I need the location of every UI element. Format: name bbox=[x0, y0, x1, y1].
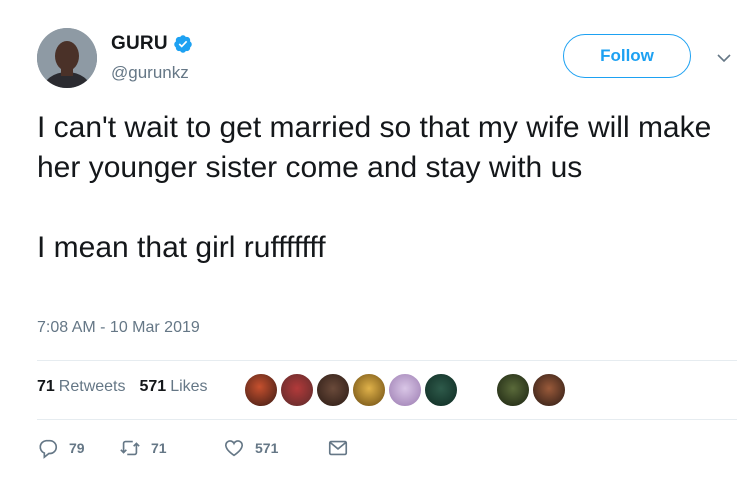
retweet-icon bbox=[120, 440, 140, 456]
retweet-count: 71 bbox=[151, 440, 167, 456]
author-name-row[interactable]: GURU bbox=[111, 33, 193, 55]
likes-label: Likes bbox=[170, 378, 208, 395]
like-count: 571 bbox=[255, 440, 279, 456]
liker-avatar[interactable] bbox=[244, 373, 278, 407]
author-handle[interactable]: @gurunkz bbox=[111, 63, 189, 83]
retweet-button[interactable]: 71 bbox=[119, 437, 223, 459]
reply-icon bbox=[39, 439, 58, 459]
stats-top-divider bbox=[37, 360, 737, 361]
reply-button[interactable]: 79 bbox=[37, 437, 119, 459]
likes-stat[interactable]: 571 Likes bbox=[140, 378, 208, 396]
retweets-stat[interactable]: 71 Retweets bbox=[37, 378, 126, 396]
envelope-icon bbox=[328, 440, 348, 456]
liker-avatar[interactable] bbox=[532, 373, 566, 407]
liker-avatar[interactable] bbox=[352, 373, 386, 407]
author-avatar[interactable] bbox=[37, 28, 97, 88]
like-button[interactable]: 571 bbox=[223, 437, 327, 459]
liker-avatar[interactable] bbox=[424, 373, 458, 407]
profile-photo-icon bbox=[37, 28, 97, 88]
tweet-stats: 71 Retweets 571 Likes bbox=[37, 378, 222, 396]
liker-avatar[interactable] bbox=[316, 373, 350, 407]
liker-avatar[interactable] bbox=[280, 373, 314, 407]
follow-button[interactable]: Follow bbox=[563, 34, 691, 78]
liker-avatar[interactable] bbox=[388, 373, 422, 407]
author-display-name[interactable]: GURU bbox=[111, 33, 168, 55]
tweet-timestamp[interactable]: 7:08 AM - 10 Mar 2019 bbox=[37, 319, 200, 337]
heart-icon bbox=[224, 440, 244, 457]
tweet-text: I can't wait to get married so that my w… bbox=[37, 111, 712, 264]
tweet-actions: 79 71 571 bbox=[37, 437, 349, 459]
likes-count: 571 bbox=[139, 378, 167, 395]
direct-message-button[interactable] bbox=[327, 437, 349, 459]
retweets-label: Retweets bbox=[58, 378, 126, 395]
verified-badge-icon bbox=[173, 35, 192, 53]
stats-bottom-divider bbox=[37, 419, 737, 420]
chevron-down-icon[interactable] bbox=[716, 50, 732, 66]
retweets-count: 71 bbox=[37, 378, 55, 395]
reply-count: 79 bbox=[69, 440, 85, 456]
liker-avatar[interactable] bbox=[496, 373, 530, 407]
